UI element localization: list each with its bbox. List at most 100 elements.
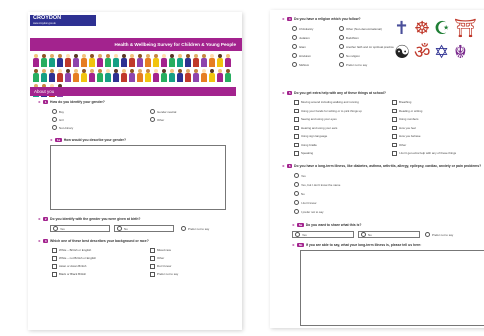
checkbox[interactable] [294,142,299,147]
help-option[interactable]: Hearing and using your ears [294,125,337,130]
illness-details-textarea[interactable] [300,250,484,326]
option-label: How you behave [399,134,421,139]
checkbox[interactable] [52,272,57,277]
radio-button[interactable] [295,232,300,237]
radio-button[interactable] [292,35,297,40]
help-option[interactable]: Moving around including walking and runn… [294,100,359,105]
help-option[interactable]: I don't get extra help with any of these… [392,151,456,156]
option-non-denominational[interactable]: Other (Non-denominational) [339,26,382,31]
checkbox[interactable] [392,117,397,122]
radio-button[interactable] [292,53,297,58]
option-buddhism[interactable]: Buddhism [339,35,359,40]
option-prefer-not-race[interactable]: Prefer not to say [150,272,178,277]
radio-button[interactable] [339,35,344,40]
radio-button[interactable] [294,191,299,196]
help-option[interactable]: Seeing and using your eyes [294,117,337,122]
help-option[interactable]: Using numbers [392,117,418,122]
help-option[interactable]: Using your hands for writing or to pick … [294,108,362,113]
checkbox[interactable] [294,100,299,105]
option-christianity[interactable]: Christianity [292,26,313,31]
help-option[interactable]: Speaking [294,151,313,156]
describe-gender-textarea[interactable] [50,145,226,210]
option-islam[interactable]: Islam [292,44,306,49]
option-judaism[interactable]: Judaism [292,35,310,40]
option-other[interactable]: Other [150,117,164,122]
radio-button[interactable] [339,26,344,31]
checkbox[interactable] [392,142,397,147]
option-prefer-not-religion[interactable]: Prefer not to say [339,62,367,67]
checkbox[interactable] [150,248,155,253]
help-option[interactable]: Other [392,142,406,147]
checkbox[interactable] [52,256,57,261]
option-no-religion[interactable]: No religion [339,53,360,58]
share-yes[interactable]: Yes [292,231,354,238]
radio-button[interactable] [181,226,186,231]
option-no[interactable]: No [114,225,174,232]
option-hinduism[interactable]: Hinduism [292,53,311,58]
radio-button[interactable] [339,62,344,67]
illness-option[interactable]: Yes [294,173,306,178]
radio-button[interactable] [294,173,299,178]
radio-button[interactable] [294,200,299,205]
option-black[interactable]: Black or Black British [52,272,86,277]
illness-option[interactable]: Yes, but I don't know the name [294,182,340,187]
radio-button[interactable] [53,226,58,231]
checkbox[interactable] [294,108,299,113]
checkbox[interactable] [294,125,299,130]
help-option[interactable]: Breathing [392,100,411,105]
checkbox[interactable] [392,134,397,139]
radio-button[interactable] [52,109,57,114]
radio-button[interactable] [150,109,155,114]
illness-option[interactable]: I don't know [294,200,316,205]
option-prefer-not[interactable]: Prefer not to say [181,226,209,231]
help-option[interactable]: Using sign language [294,134,327,139]
checkbox[interactable] [392,151,397,156]
checkbox[interactable] [392,100,397,105]
checkbox[interactable] [150,264,155,269]
radio-button[interactable] [117,226,122,231]
option-white-british[interactable]: White – British or English [52,248,91,253]
option-boy[interactable]: Boy [52,109,64,114]
option-yes[interactable]: Yes [50,225,110,232]
option-another-faith[interactable]: Another faith and /or spiritual practice [339,44,394,49]
checkbox[interactable] [294,134,299,139]
share-no[interactable]: No [358,231,420,238]
checkbox[interactable] [392,125,397,130]
checkbox[interactable] [294,151,299,156]
share-prefer-not[interactable]: Prefer not to say [425,232,453,237]
option-white-not-british[interactable]: White – not British or English [52,256,96,261]
radio-button[interactable] [339,44,344,49]
option-mixed[interactable]: Mixed race [150,248,171,253]
checkbox[interactable] [294,117,299,122]
checkbox[interactable] [150,272,155,277]
option-gender-neutral[interactable]: Gender neutral [150,109,176,114]
option-asian[interactable]: Asian or Asian British [52,264,86,269]
help-option[interactable]: Reading or writing [392,108,422,113]
radio-button[interactable] [292,26,297,31]
option-other-race[interactable]: Other [150,256,164,261]
illness-option[interactable]: No [294,191,305,196]
checkbox[interactable] [52,264,57,269]
help-option[interactable]: Using braille [294,142,317,147]
help-option[interactable]: How you feel [392,125,416,130]
checkbox[interactable] [392,108,397,113]
checkbox[interactable] [52,248,57,253]
checkbox[interactable] [150,256,155,261]
option-non-binary[interactable]: Non-binary [52,125,73,130]
radio-button[interactable] [52,117,57,122]
option-girl[interactable]: Girl [52,117,64,122]
option-dont-know[interactable]: Don't know [150,264,171,269]
radio-button[interactable] [150,117,155,122]
option-sikhism[interactable]: Sikhism [292,62,309,67]
illness-option[interactable]: I prefer not to say [294,209,324,214]
radio-button[interactable] [292,44,297,49]
radio-button[interactable] [425,232,430,237]
radio-button[interactable] [361,232,366,237]
question-number: 6a [297,223,304,227]
radio-button[interactable] [294,182,299,187]
radio-button[interactable] [339,53,344,58]
radio-button[interactable] [294,209,299,214]
radio-button[interactable] [292,62,297,67]
radio-button[interactable] [52,125,57,130]
help-option[interactable]: How you behave [392,134,421,139]
